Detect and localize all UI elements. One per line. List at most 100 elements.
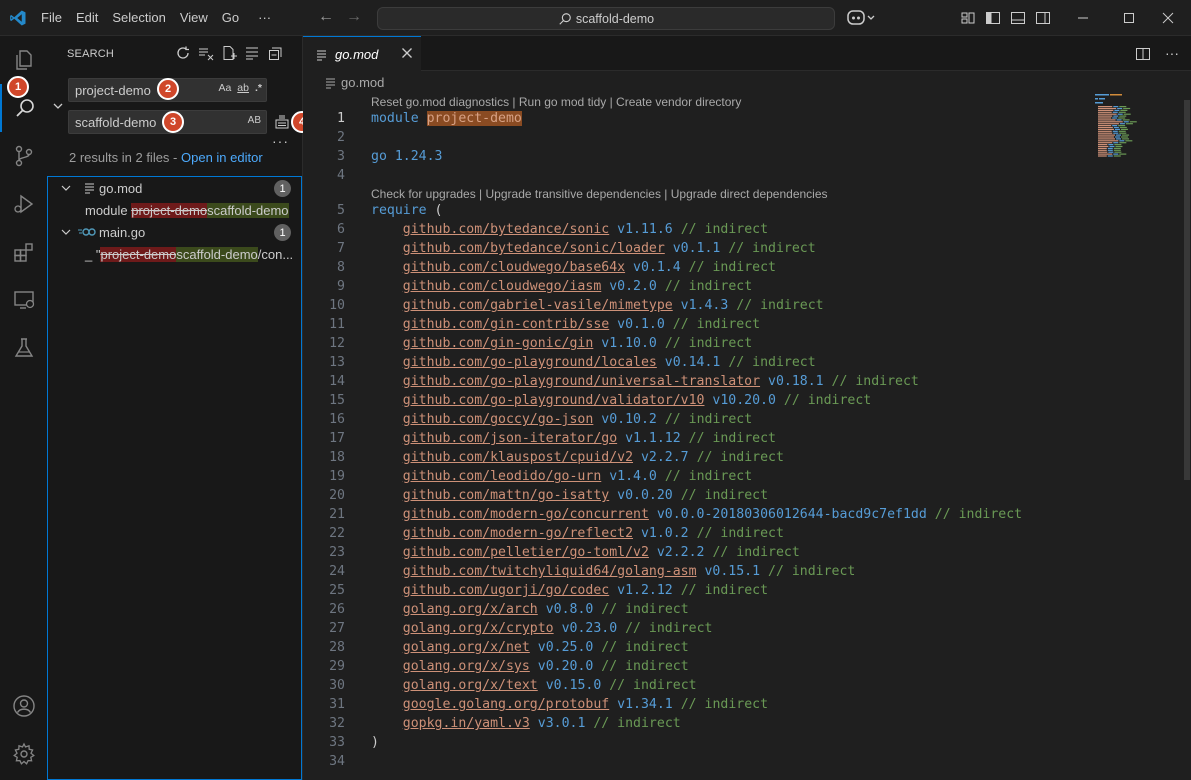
scrollbar-thumb[interactable] [1184, 100, 1190, 480]
line-content: github.com/pelletier/go-toml/v2 v2.2.2 /… [371, 543, 800, 562]
close-window-button[interactable] [1145, 0, 1191, 36]
close-icon[interactable] [401, 47, 413, 59]
comment: // indirect [609, 678, 697, 693]
line-content: require ( [371, 201, 442, 220]
code-line: 16 github.com/goccy/go-json v0.10.2 // i… [303, 410, 1083, 429]
match-case-toggle[interactable]: Aa [218, 82, 231, 94]
codelens-require[interactable]: Check for upgrades | Upgrade transitive … [371, 187, 828, 201]
minimap-line [1098, 134, 1116, 136]
module-version: v10.20.0 [712, 393, 776, 408]
minimize-button[interactable] [1060, 0, 1106, 36]
match-line: _ "project-demoscaffold-demo/con... [85, 246, 293, 262]
run-debug-activity[interactable] [0, 180, 47, 228]
open-in-editor-link[interactable]: Open in editor [181, 150, 263, 165]
minimap-line [1118, 125, 1126, 127]
code-line: 4 [303, 166, 1083, 185]
module-version: v0.8.0 [545, 602, 594, 617]
command-center[interactable]: scaffold-demo [377, 7, 835, 30]
search-icon [559, 12, 571, 25]
remote-explorer-activity[interactable] [0, 276, 47, 324]
replace-all-icon[interactable] [274, 114, 290, 130]
replace-input-value[interactable]: scaffold-demo [75, 115, 156, 130]
comment: // indirect [736, 298, 824, 313]
codelens-module[interactable]: Reset go.mod diagnostics | Run go mod ti… [371, 95, 741, 109]
menu-more[interactable]: ··· [246, 0, 278, 36]
customize-layout-icon[interactable] [960, 10, 976, 26]
toggle-primary-sidebar-icon[interactable] [985, 10, 1001, 26]
code-line: 31 google.golang.org/protobuf v1.34.1 //… [303, 695, 1083, 714]
annotation-badge-2: 2 [157, 78, 179, 100]
file-lines-icon [85, 183, 94, 194]
module-version: v0.1.4 [633, 260, 681, 275]
toggle-secondary-sidebar-icon[interactable] [1035, 10, 1051, 26]
search-options: Aa ab .* [218, 82, 262, 94]
menu-view[interactable]: View [173, 0, 215, 36]
result-match-row[interactable]: _ "project-demoscaffold-demo/con... [48, 243, 301, 265]
toggle-replace-chevron-icon[interactable] [52, 100, 64, 112]
minimap-line [1113, 155, 1121, 157]
back-arrow-icon[interactable]: ← [318, 8, 334, 26]
result-file-row[interactable]: go.mod 1 [48, 177, 301, 199]
collapse-all-icon[interactable] [267, 45, 283, 61]
result-match-row[interactable]: module project-demoscaffold-demo [48, 199, 301, 221]
minimap-line [1125, 140, 1133, 142]
result-file-row[interactable]: main.go 1 [48, 221, 301, 243]
manage-activity[interactable] [0, 730, 47, 778]
menu-file[interactable]: File [34, 0, 69, 36]
code-line: 18 github.com/klauspost/cpuid/v2 v2.2.7 … [303, 448, 1083, 467]
minimize-icon [1078, 17, 1088, 19]
forward-arrow-icon[interactable]: → [346, 8, 362, 26]
refresh-icon[interactable] [175, 45, 191, 61]
menu-selection[interactable]: Selection [105, 0, 172, 36]
new-search-editor-icon[interactable] [221, 45, 237, 61]
module-path: golang.org/x/text [402, 678, 538, 693]
tab-go-mod[interactable]: go.mod [303, 36, 421, 71]
minimap-line [1114, 128, 1120, 130]
search-input-value[interactable]: project-demo [75, 83, 151, 98]
source-control-icon [15, 145, 32, 167]
minimap-line [1098, 149, 1107, 151]
accounts-activity[interactable] [0, 682, 47, 730]
minimap-line [1113, 106, 1119, 108]
line-number: 7 [337, 241, 345, 256]
module-path: github.com/json-iterator/go [402, 431, 618, 446]
module-version: v3.0.1 [537, 716, 586, 731]
clear-results-icon[interactable] [198, 45, 214, 61]
menu-go[interactable]: Go [215, 0, 246, 36]
minimap-line [1098, 126, 1113, 129]
line-number: 32 [329, 716, 345, 731]
testing-activity[interactable] [0, 324, 47, 372]
breadcrumb-file[interactable]: go.mod [341, 75, 384, 90]
use-regex-toggle[interactable]: .* [255, 82, 262, 94]
match-whole-word-toggle[interactable]: ab [237, 82, 249, 94]
code-line: 5 require ( [303, 201, 1083, 220]
comment: // indirect [664, 279, 753, 294]
code-line: 20 github.com/mattn/go-isatty v0.0.20 //… [303, 486, 1083, 505]
module-path: github.com/gabriel-vasile/mimetype [402, 298, 673, 313]
module-version: v0.1.1 [672, 241, 721, 256]
gear-icon [12, 742, 35, 765]
preserve-case-toggle[interactable]: AB [248, 115, 261, 126]
menu-edit[interactable]: Edit [69, 0, 105, 36]
line-number: 26 [329, 602, 345, 617]
split-editor-icon[interactable] [1135, 46, 1151, 65]
minimap[interactable] [1091, 92, 1171, 162]
toggle-panel-icon[interactable] [1010, 10, 1026, 26]
line-content: module project-demo [371, 109, 522, 128]
source-control-activity[interactable] [0, 132, 47, 180]
comment: // indirect [712, 545, 800, 560]
view-as-tree-icon[interactable] [244, 45, 260, 61]
copilot-icon[interactable] [846, 8, 876, 28]
sidebar-title: SEARCH [67, 48, 115, 60]
file-lines-icon [317, 50, 326, 61]
extensions-activity[interactable] [0, 228, 47, 276]
module-path: github.com/go-playground/validator/v10 [402, 393, 705, 408]
minimap-line [1114, 136, 1120, 138]
module-version: v1.10.0 [601, 336, 657, 351]
module-version: v0.2.0 [609, 279, 657, 294]
minimap-line [1118, 117, 1126, 119]
match-removed-text: project-demo [131, 202, 208, 218]
more-options-icon[interactable]: ··· [272, 133, 289, 149]
more-actions-icon[interactable]: ··· [1165, 46, 1179, 65]
comment: // indirect [728, 241, 816, 256]
